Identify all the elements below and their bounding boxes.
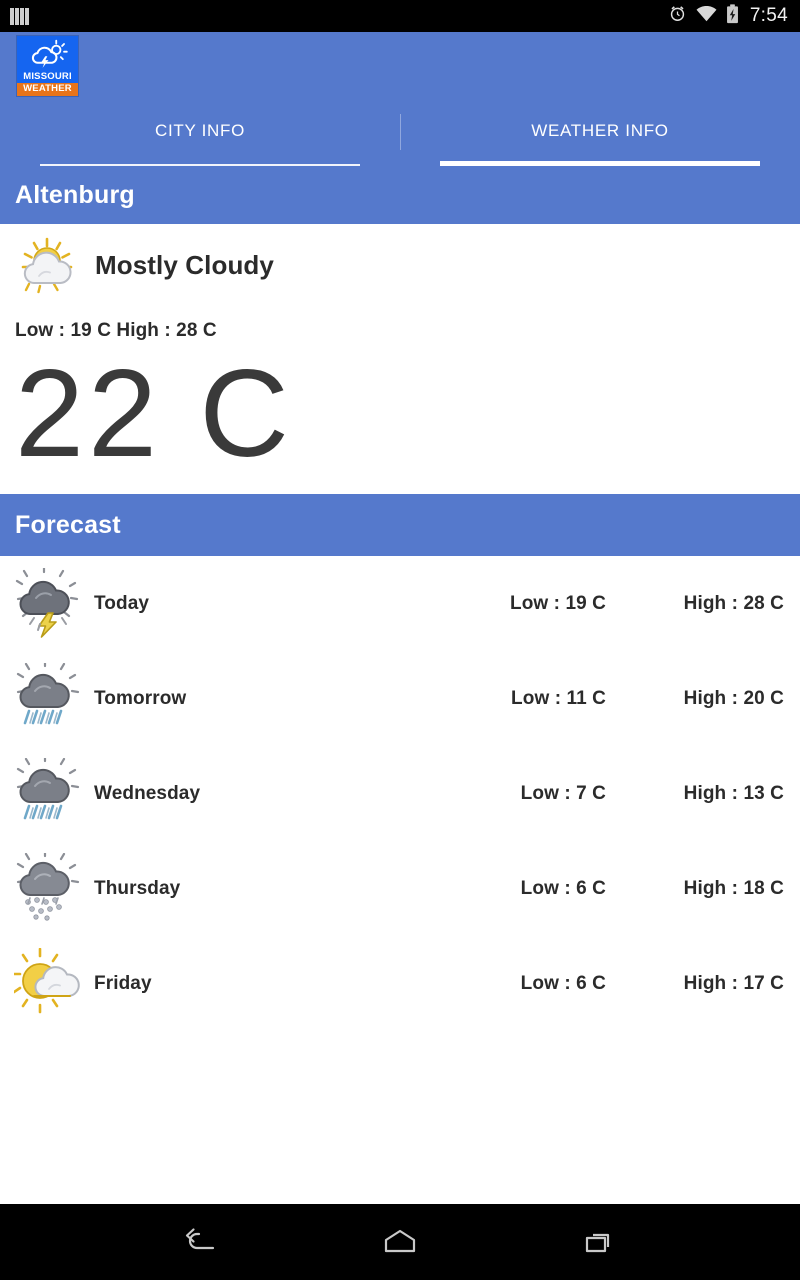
app-bar: MISSOURI WEATHER (0, 32, 800, 100)
status-bar-right: 7:54 (668, 3, 788, 29)
android-navigation-bar (0, 1204, 800, 1280)
tab-bar: CITY INFO WEATHER INFO (0, 100, 800, 166)
recents-icon[interactable] (570, 1218, 630, 1266)
status-bar-left (10, 7, 29, 25)
drizzle-cloud-icon (14, 851, 82, 925)
table-row[interactable]: Friday Low : 6 C High : 17 C (0, 936, 800, 1031)
back-icon[interactable] (170, 1218, 230, 1266)
forecast-low-label: Low : 6 C (520, 972, 606, 994)
status-bar: 7:54 (0, 0, 800, 32)
tab-weather-info-label: WEATHER INFO (531, 121, 669, 140)
forecast-day-label: Friday (94, 972, 152, 994)
table-row[interactable]: Thursday Low : 6 C High : 18 C (0, 841, 800, 936)
table-row[interactable]: Today Low : 19 C High : 28 C (0, 556, 800, 651)
forecast-day-label: Tomorrow (94, 687, 187, 709)
forecast-high-label: High : 17 C (683, 972, 784, 994)
city-name-label: Altenburg (15, 180, 135, 209)
forecast-list: Today Low : 19 C High : 28 C Tomorrow Lo… (0, 556, 800, 1204)
forecast-high-label: High : 20 C (683, 687, 784, 709)
sun-behind-cloud-icon (11, 947, 82, 1020)
current-conditions-panel: Mostly Cloudy Low : 19 C High : 28 C 22 … (0, 224, 800, 494)
forecast-high-label: High : 13 C (683, 782, 784, 804)
logo-text-weather: WEATHER (17, 83, 78, 96)
current-low-high: Low : 19 C High : 28 C (15, 320, 217, 341)
tab-city-info[interactable]: CITY INFO (0, 100, 400, 166)
table-row[interactable]: Tomorrow Low : 11 C High : 20 C (0, 651, 800, 746)
forecast-day-label: Today (94, 592, 150, 614)
forecast-day-label: Thursday (94, 877, 181, 899)
current-condition-label: Mostly Cloudy (95, 249, 274, 280)
tab-city-info-label: CITY INFO (154, 121, 246, 140)
alarm-clock-icon (668, 4, 687, 28)
forecast-low-label: Low : 19 C (509, 592, 606, 614)
wifi-icon (696, 5, 717, 27)
battery-charging-icon (726, 3, 739, 29)
forecast-low-label: Low : 6 C (520, 877, 606, 899)
city-name-header: Altenburg (0, 166, 800, 224)
table-row[interactable]: Wednesday Low : 7 C High : 13 C (0, 746, 800, 841)
thunderstorm-icon (14, 566, 82, 640)
forecast-header: Forecast (0, 494, 800, 556)
forecast-day-label: Wednesday (94, 782, 201, 804)
forecast-low-label: Low : 11 C (511, 687, 606, 709)
tab-city-info-underline (40, 164, 360, 166)
current-condition-row: Mostly Cloudy (15, 224, 785, 296)
forecast-high-label: High : 18 C (683, 877, 784, 899)
home-icon[interactable] (370, 1218, 430, 1266)
app-logo[interactable]: MISSOURI WEATHER (16, 35, 79, 97)
forecast-header-label: Forecast (15, 510, 121, 539)
sim-bars-icon (10, 7, 29, 25)
rain-cloud-icon (14, 756, 82, 830)
sun-behind-cloud-icon (16, 234, 82, 296)
cloud-sun-lightning-icon (17, 36, 78, 71)
forecast-low-label: Low : 7 C (520, 782, 606, 804)
tab-weather-info[interactable]: WEATHER INFO (400, 100, 800, 166)
app-screen: 7:54 MISSOURI WEATHER CITY INFO WEATHER … (0, 0, 800, 1280)
current-temperature: 22 C (15, 345, 293, 483)
tab-weather-info-indicator (440, 161, 760, 166)
forecast-high-label: High : 28 C (683, 592, 784, 614)
status-bar-clock: 7:54 (749, 5, 788, 26)
logo-text-missouri: MISSOURI (17, 71, 78, 83)
rain-cloud-icon (14, 661, 82, 735)
